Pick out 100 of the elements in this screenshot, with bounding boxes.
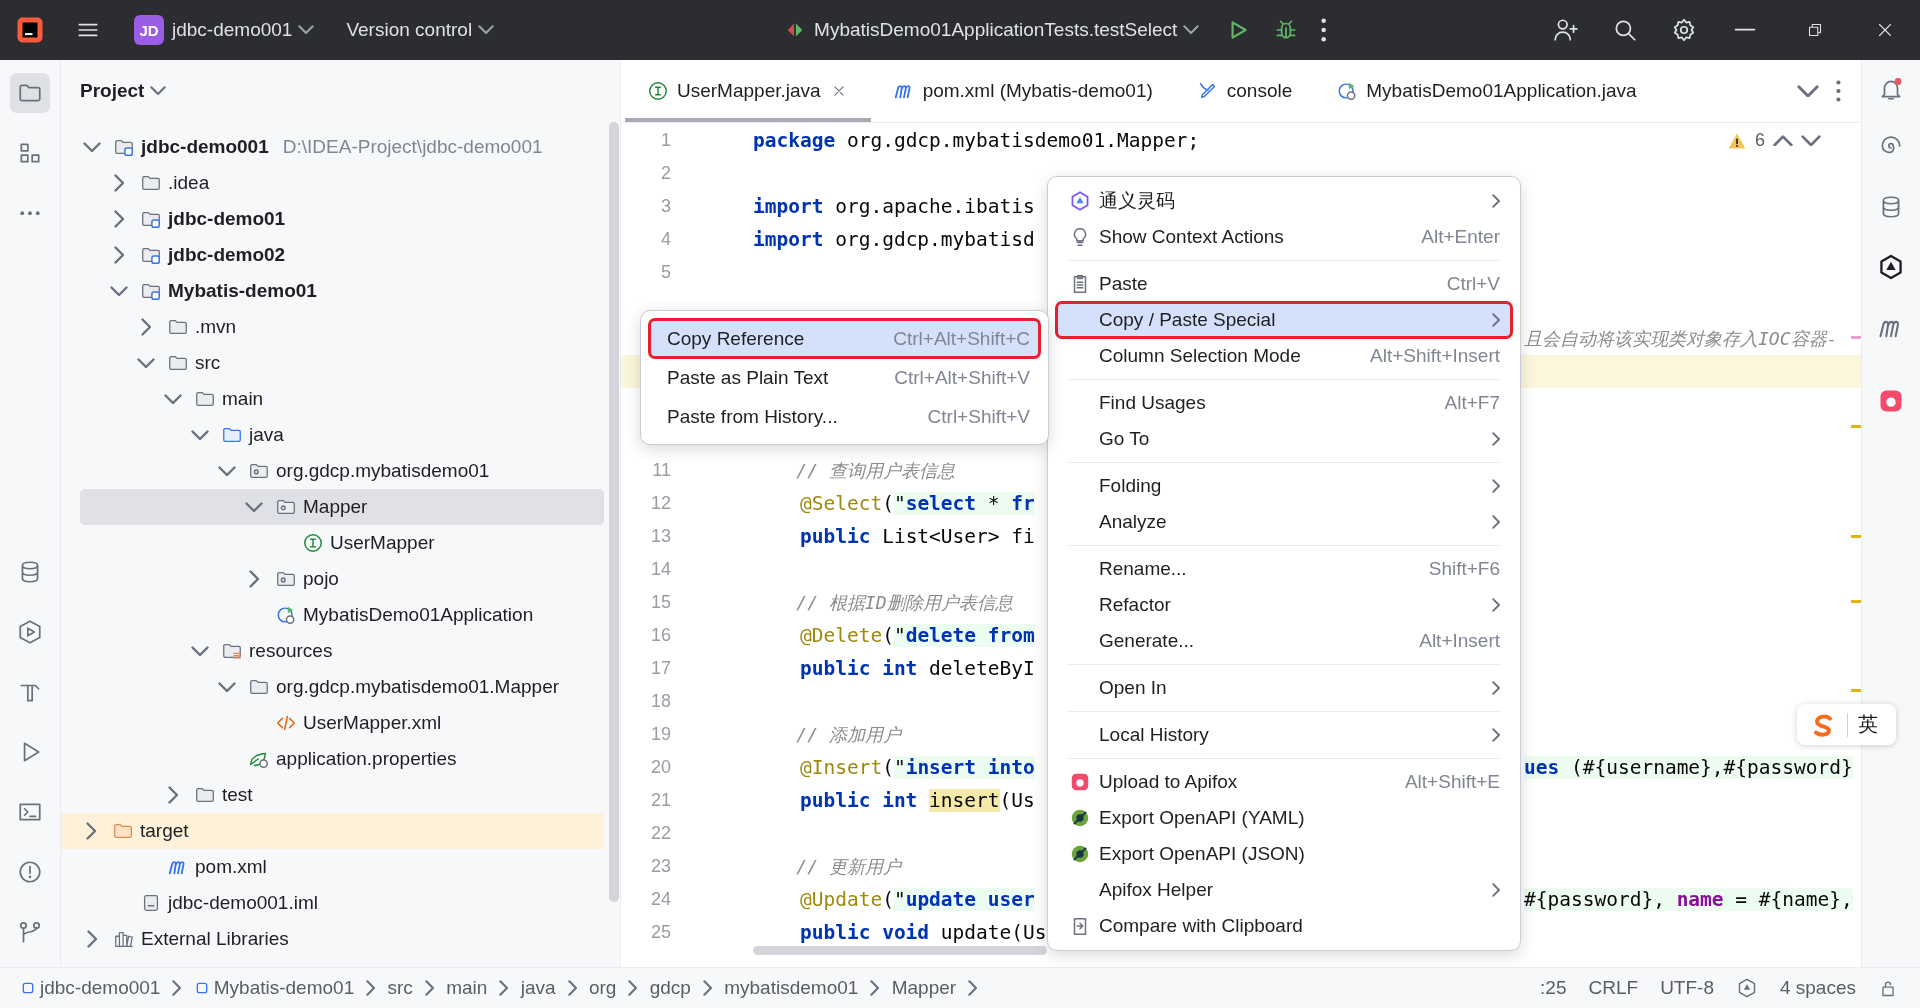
tree-item[interactable]: org.gdcp.mybatisdemo01: [80, 453, 604, 489]
menu-item[interactable]: Open In: [1056, 670, 1512, 706]
services-icon[interactable]: [17, 619, 43, 645]
chevron-down-icon[interactable]: [478, 25, 495, 35]
tree-item[interactable]: java: [80, 417, 604, 453]
tree-item[interactable]: test: [80, 777, 604, 813]
menu-item[interactable]: Copy / Paste Special: [1056, 302, 1512, 338]
menu-item[interactable]: Analyze: [1056, 504, 1512, 540]
hexagon-logo-icon[interactable]: [1877, 253, 1905, 281]
app-logo-icon[interactable]: [15, 15, 45, 45]
tree-item[interactable]: Mybatis-demo01: [80, 273, 604, 309]
editor-tab[interactable]: UserMapper.java: [625, 60, 871, 122]
editor-tab[interactable]: MybatisDemo01Application.java: [1314, 60, 1659, 122]
menu-item[interactable]: Go To: [1056, 421, 1512, 457]
breadcrumb[interactable]: Mybatis-demo01: [193, 977, 355, 999]
tree-item[interactable]: main: [80, 381, 604, 417]
menu-item[interactable]: Generate... Alt+Insert: [1056, 623, 1512, 659]
menu-item[interactable]: Refactor: [1056, 587, 1512, 623]
more-icon[interactable]: [1321, 18, 1327, 42]
chevron-icon[interactable]: [83, 141, 101, 153]
menu-item[interactable]: Export OpenAPI (YAML): [1056, 800, 1512, 836]
menu-item[interactable]: Export OpenAPI (JSON): [1056, 836, 1512, 872]
caret-position[interactable]: :25: [1540, 977, 1567, 999]
breadcrumb[interactable]: src: [387, 977, 413, 999]
warning-count[interactable]: 6: [1755, 130, 1765, 151]
scrollbar[interactable]: [753, 946, 1047, 955]
tree-item[interactable]: .mvn: [80, 309, 604, 345]
tree-item[interactable]: pom.xml: [80, 849, 604, 885]
chevron-icon[interactable]: [113, 210, 125, 228]
breadcrumb[interactable]: jdbc-demo001: [20, 977, 161, 999]
tree-item[interactable]: jdbc-demo001.iml: [80, 885, 604, 921]
menu-item[interactable]: Compare with Clipboard: [1056, 908, 1512, 944]
panel-title[interactable]: Project: [80, 80, 145, 102]
chevron-icon[interactable]: [218, 465, 236, 477]
tree-item[interactable]: org.gdcp.mybatisdemo01.Mapper: [80, 669, 604, 705]
tree-item[interactable]: External Libraries: [80, 921, 604, 957]
menu-item[interactable]: Show Context Actions Alt+Enter: [1056, 219, 1512, 255]
more-icon[interactable]: [1836, 80, 1841, 102]
bell-icon[interactable]: [1878, 76, 1904, 102]
indent-setting[interactable]: 4 spaces: [1779, 977, 1856, 999]
menu-item[interactable]: Upload to Apifox Alt+Shift+E: [1056, 764, 1512, 800]
menu-item[interactable]: Rename... Shift+F6: [1056, 551, 1512, 587]
tree-item[interactable]: jdbc-demo01: [80, 201, 604, 237]
chevron-icon[interactable]: [218, 681, 236, 693]
chevron-down-icon[interactable]: [1183, 25, 1200, 35]
breadcrumb[interactable]: mybatisdemo01: [724, 977, 859, 999]
tool-window-button[interactable]: [10, 73, 50, 113]
tree-item[interactable]: MybatisDemo01Application: [80, 597, 604, 633]
tree-item[interactable]: UserMapper: [80, 525, 604, 561]
chevron-down-icon[interactable]: [150, 86, 167, 96]
tree-item[interactable]: src: [80, 345, 604, 381]
chevron-down-icon[interactable]: [298, 25, 315, 35]
scrollbar[interactable]: [609, 122, 619, 902]
tree-item[interactable]: .idea: [80, 165, 604, 201]
breadcrumb[interactable]: java: [520, 977, 556, 999]
tree-item[interactable]: target: [61, 813, 604, 849]
chevron-icon[interactable]: [191, 429, 209, 441]
menu-item[interactable]: 通义灵码: [1056, 183, 1512, 219]
chevron-icon[interactable]: [85, 822, 97, 840]
tree-item[interactable]: jdbc-demo001 D:\IDEA-Project\jdbc-demo001: [80, 129, 604, 165]
chevron-icon[interactable]: [191, 645, 209, 657]
vcs-menu[interactable]: Version control: [346, 19, 473, 41]
menu-item[interactable]: Folding: [1056, 468, 1512, 504]
editor-tab[interactable]: console: [1174, 60, 1315, 122]
chevron-icon[interactable]: [110, 285, 128, 297]
editor-tab[interactable]: pom.xml (Mybatis-demo01): [870, 60, 1175, 122]
menu-item[interactable]: Find Usages Alt+F7: [1056, 385, 1512, 421]
project-switcher[interactable]: jdbc-demo001: [172, 19, 293, 41]
file-encoding[interactable]: UTF-8: [1660, 977, 1714, 999]
tree-item[interactable]: UserMapper.xml: [80, 705, 604, 741]
chevron-down-icon[interactable]: [1797, 84, 1820, 98]
chevron-icon[interactable]: [164, 393, 182, 405]
add-user-icon[interactable]: [1553, 17, 1579, 43]
chevron-icon[interactable]: [140, 318, 152, 336]
tree-item[interactable]: jdbc-demo02: [80, 237, 604, 273]
chevron-down-icon[interactable]: [1801, 134, 1821, 147]
run-config-selector[interactable]: MybatisDemo01ApplicationTests.testSelect: [814, 19, 1178, 41]
menu-item[interactable]: Paste as Plain Text Ctrl+Alt+Shift+V: [649, 358, 1040, 397]
menu-item[interactable]: Copy Reference Ctrl+Alt+Shift+C: [649, 319, 1040, 358]
menu-item[interactable]: Paste from History... Ctrl+Shift+V: [649, 397, 1040, 436]
breadcrumb[interactable]: main: [446, 977, 488, 999]
breadcrumb[interactable]: gdcp: [649, 977, 691, 999]
tree-item[interactable]: resources: [80, 633, 604, 669]
chevron-icon[interactable]: [86, 930, 98, 948]
git-branch-icon[interactable]: [17, 919, 43, 945]
chevron-up-icon[interactable]: [1773, 134, 1793, 147]
breadcrumb[interactable]: org: [588, 977, 617, 999]
problems-icon[interactable]: [17, 859, 43, 885]
settings-icon[interactable]: [1671, 17, 1697, 43]
menu-item[interactable]: Local History: [1056, 717, 1512, 753]
minimize-icon[interactable]: [1734, 28, 1756, 32]
chevron-icon[interactable]: [167, 786, 179, 804]
line-separator[interactable]: CRLF: [1588, 977, 1639, 999]
tree-item[interactable]: Mapper: [80, 489, 604, 525]
menu-item[interactable]: Paste Ctrl+V: [1056, 266, 1512, 302]
chevron-icon[interactable]: [113, 246, 125, 264]
menu-item[interactable]: Apifox Helper: [1056, 872, 1512, 908]
ime-widget[interactable]: 英: [1797, 704, 1896, 745]
tree-item[interactable]: pojo: [80, 561, 604, 597]
chevron-icon[interactable]: [137, 357, 155, 369]
